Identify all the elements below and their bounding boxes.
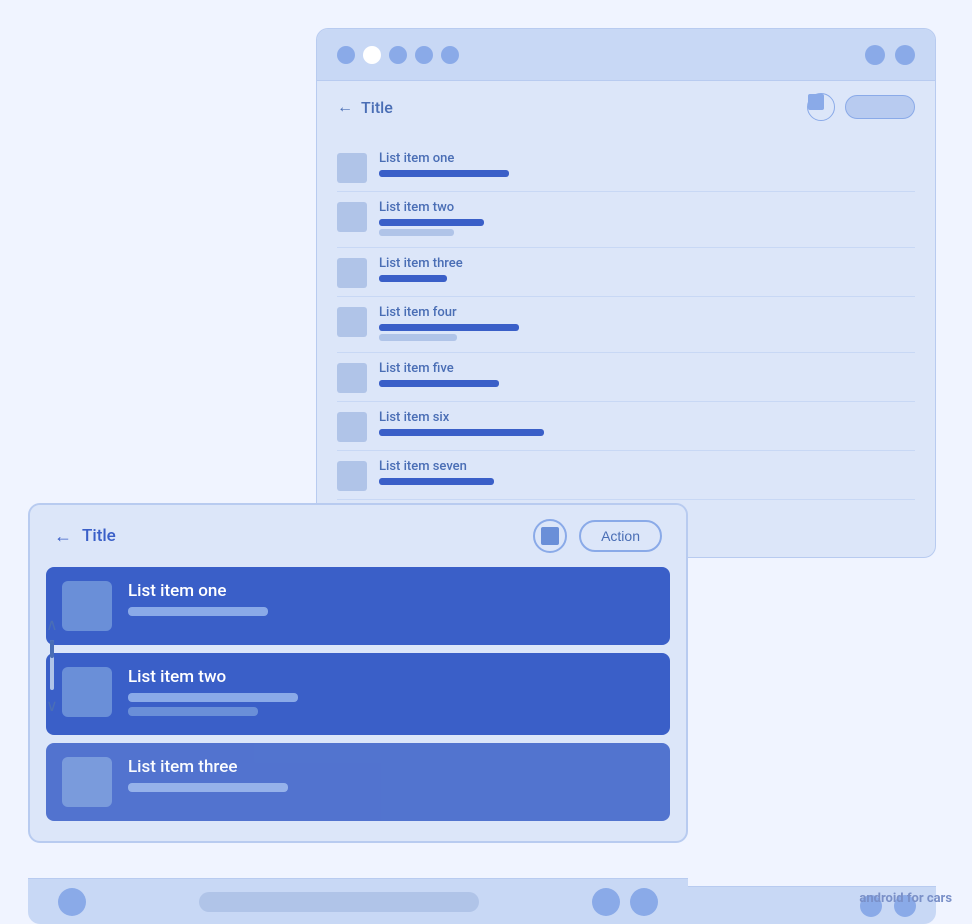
front-square-icon bbox=[541, 527, 559, 545]
bottom-circle-2 bbox=[592, 888, 620, 916]
item-title: List item two bbox=[128, 667, 654, 687]
item-bar-primary bbox=[128, 607, 268, 616]
square-icon bbox=[808, 94, 824, 110]
item-bar-primary bbox=[379, 275, 447, 282]
item-content: List item two bbox=[379, 200, 915, 239]
item-content: List item seven bbox=[379, 459, 915, 488]
front-appbar: ← Title Action bbox=[30, 505, 686, 567]
item-thumbnail bbox=[337, 258, 367, 288]
item-content: List item three bbox=[128, 757, 654, 797]
item-title: List item five bbox=[379, 361, 915, 376]
back-appbar-left: ← Title bbox=[337, 97, 393, 117]
list-item[interactable]: List item one bbox=[337, 143, 915, 192]
item-bar-secondary bbox=[379, 334, 457, 341]
front-list: List item one List item two List item th… bbox=[30, 567, 686, 829]
item-title: List item three bbox=[128, 757, 654, 777]
window-dots bbox=[337, 46, 459, 64]
dot-4 bbox=[415, 46, 433, 64]
item-content: List item one bbox=[379, 151, 915, 180]
item-thumbnail bbox=[62, 581, 112, 631]
watermark-text: android for cars bbox=[859, 891, 952, 906]
item-title: List item seven bbox=[379, 459, 915, 474]
back-appbar: ← Title bbox=[317, 81, 935, 133]
item-title: List item four bbox=[379, 305, 915, 320]
scroll-thumb bbox=[50, 640, 54, 658]
bottom-pill bbox=[199, 892, 479, 912]
item-thumbnail bbox=[337, 363, 367, 393]
bottom-circles bbox=[592, 888, 658, 916]
scroll-track bbox=[50, 640, 54, 690]
item-thumbnail bbox=[337, 202, 367, 232]
item-thumbnail bbox=[62, 667, 112, 717]
front-window: ← Title Action List item one List item t… bbox=[28, 503, 688, 843]
list-item[interactable]: List item four bbox=[337, 297, 915, 353]
scroll-indicator: ∧ ∨ bbox=[46, 615, 58, 715]
watermark: android for cars bbox=[859, 891, 952, 906]
item-bar-primary bbox=[128, 693, 298, 702]
list-item[interactable]: List item three bbox=[337, 248, 915, 297]
item-content: List item six bbox=[379, 410, 915, 439]
front-back-arrow-icon[interactable]: ← bbox=[54, 526, 72, 547]
dot-2 bbox=[363, 46, 381, 64]
item-content: List item one bbox=[128, 581, 654, 621]
item-bar-secondary bbox=[379, 229, 454, 236]
item-thumbnail bbox=[337, 307, 367, 337]
front-bottom-bar bbox=[28, 878, 688, 924]
item-bar-primary bbox=[379, 380, 499, 387]
chevron-down-icon[interactable]: ∨ bbox=[46, 696, 58, 715]
back-icon-button[interactable] bbox=[807, 93, 835, 121]
item-title: List item six bbox=[379, 410, 915, 425]
item-thumbnail bbox=[337, 412, 367, 442]
item-bar-secondary bbox=[128, 707, 258, 716]
list-item[interactable]: List item two bbox=[46, 653, 670, 735]
list-item[interactable]: List item three bbox=[46, 743, 670, 821]
item-bar-primary bbox=[379, 219, 484, 226]
item-thumbnail bbox=[337, 153, 367, 183]
right-dot-2 bbox=[895, 45, 915, 65]
front-appbar-right: Action bbox=[533, 519, 662, 553]
item-title: List item three bbox=[379, 256, 915, 271]
front-appbar-left: ← Title bbox=[54, 526, 116, 547]
item-bar-primary bbox=[128, 783, 288, 792]
back-arrow-icon[interactable]: ← bbox=[337, 97, 353, 117]
list-item[interactable]: List item seven bbox=[337, 451, 915, 500]
back-appbar-right bbox=[807, 93, 915, 121]
item-content: List item four bbox=[379, 305, 915, 344]
right-controls bbox=[865, 45, 915, 65]
back-window: ← Title List item one List item two bbox=[316, 28, 936, 558]
item-bar-primary bbox=[379, 478, 494, 485]
item-bar-primary bbox=[379, 324, 519, 331]
item-bar-primary bbox=[379, 170, 509, 177]
front-action-button[interactable]: Action bbox=[579, 520, 662, 552]
back-action-button[interactable] bbox=[845, 95, 915, 119]
front-appbar-title: Title bbox=[82, 526, 116, 546]
dot-3 bbox=[389, 46, 407, 64]
bottom-circle bbox=[58, 888, 86, 916]
item-title: List item one bbox=[128, 581, 654, 601]
item-title: List item two bbox=[379, 200, 915, 215]
list-item[interactable]: List item five bbox=[337, 353, 915, 402]
item-thumbnail bbox=[337, 461, 367, 491]
dot-5 bbox=[441, 46, 459, 64]
front-icon-button[interactable] bbox=[533, 519, 567, 553]
list-item[interactable]: List item two bbox=[337, 192, 915, 248]
item-content: List item two bbox=[128, 667, 654, 721]
bottom-circle-3 bbox=[630, 888, 658, 916]
item-bar-primary bbox=[379, 429, 544, 436]
back-appbar-title: Title bbox=[361, 98, 393, 117]
back-title-bar bbox=[317, 29, 935, 81]
item-content: List item three bbox=[379, 256, 915, 285]
list-item[interactable]: List item one bbox=[46, 567, 670, 645]
chevron-up-icon[interactable]: ∧ bbox=[46, 615, 58, 634]
item-content: List item five bbox=[379, 361, 915, 390]
back-list: List item one List item two List item th… bbox=[317, 133, 935, 510]
dot-1 bbox=[337, 46, 355, 64]
right-dot-1 bbox=[865, 45, 885, 65]
list-item[interactable]: List item six bbox=[337, 402, 915, 451]
item-thumbnail bbox=[62, 757, 112, 807]
item-title: List item one bbox=[379, 151, 915, 166]
